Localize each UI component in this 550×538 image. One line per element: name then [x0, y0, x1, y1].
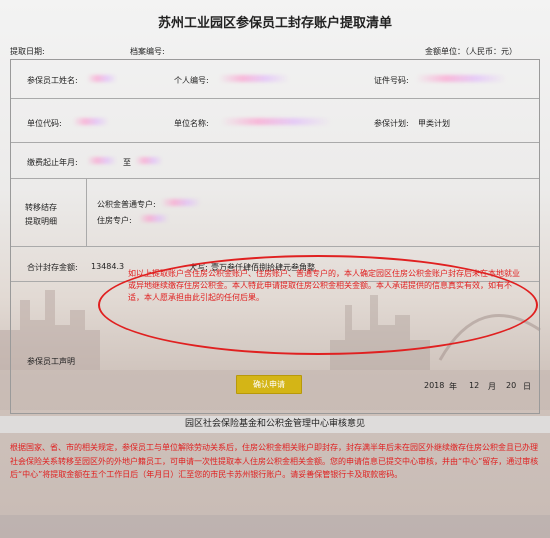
redacted-personal-no — [219, 75, 289, 82]
total-label: 合计封存金额: — [27, 263, 78, 272]
review-note: 根据国家、省、市的相关规定，参保员工与单位解除劳动关系后，住房公积金相关账户即封… — [10, 443, 539, 479]
transfer-section-label-1: 转移结存 — [25, 203, 57, 212]
redacted-fund-amount — [161, 199, 201, 206]
period-to-label: 至 — [123, 158, 131, 167]
period-label: 缴费起止年月: — [27, 158, 78, 167]
redacted-start-period — [87, 157, 117, 164]
date-month: 12 — [469, 381, 480, 390]
plan-label: 参保计划: — [374, 119, 409, 128]
redacted-housing-amount — [139, 215, 169, 222]
review-section-title: 园区社会保险基金和公积金管理中心审核意见 — [0, 416, 550, 433]
redacted-unit-code — [73, 118, 109, 125]
total-value: 13484.3 — [91, 262, 125, 271]
redacted-employee-name — [87, 75, 117, 82]
redacted-unit-name — [221, 118, 331, 125]
archive-no-label: 档案编号: — [130, 47, 165, 56]
row-divider — [11, 178, 539, 179]
fund-account-label: 公积金普通专户: — [97, 200, 156, 209]
date-year: 2018 — [424, 381, 445, 390]
id-no-label: 证件号码: — [374, 76, 409, 85]
row-divider — [11, 246, 539, 247]
amount-unit-label: 金额单位：（人民币：元） — [425, 47, 517, 56]
employee-name-label: 参保员工姓名: — [27, 76, 78, 85]
redacted-id-no — [416, 75, 506, 82]
date-year-unit: 年 — [449, 382, 457, 391]
page-title: 苏州工业园区参保员工封存账户提取清单 — [157, 16, 392, 31]
confirm-apply-button[interactable]: 确认申请 — [236, 375, 302, 394]
personal-no-label: 个人编号: — [174, 76, 209, 85]
bottom-band — [0, 515, 550, 538]
date-day: 20 — [506, 381, 517, 390]
redacted-end-period — [135, 157, 163, 164]
column-divider — [86, 178, 87, 246]
row-divider — [11, 142, 539, 143]
unit-name-label: 单位名称: — [174, 119, 209, 128]
plan-value: 甲类计划 — [418, 119, 450, 128]
date-day-unit: 日 — [523, 382, 531, 391]
declaration-label: 参保员工声明 — [27, 357, 75, 366]
highlight-oval — [98, 255, 538, 355]
withdraw-date-label: 提取日期: — [10, 47, 45, 56]
transfer-section-label-2: 提取明细 — [25, 217, 57, 226]
unit-code-label: 单位代码: — [27, 119, 62, 128]
date-month-unit: 月 — [488, 382, 496, 391]
row-divider — [11, 98, 539, 99]
withdrawal-form-table: 参保员工姓名: 个人编号: 证件号码: 单位代码: 单位名称: 参保计划: 甲类… — [10, 59, 540, 414]
housing-account-label: 住房专户: — [97, 216, 132, 225]
